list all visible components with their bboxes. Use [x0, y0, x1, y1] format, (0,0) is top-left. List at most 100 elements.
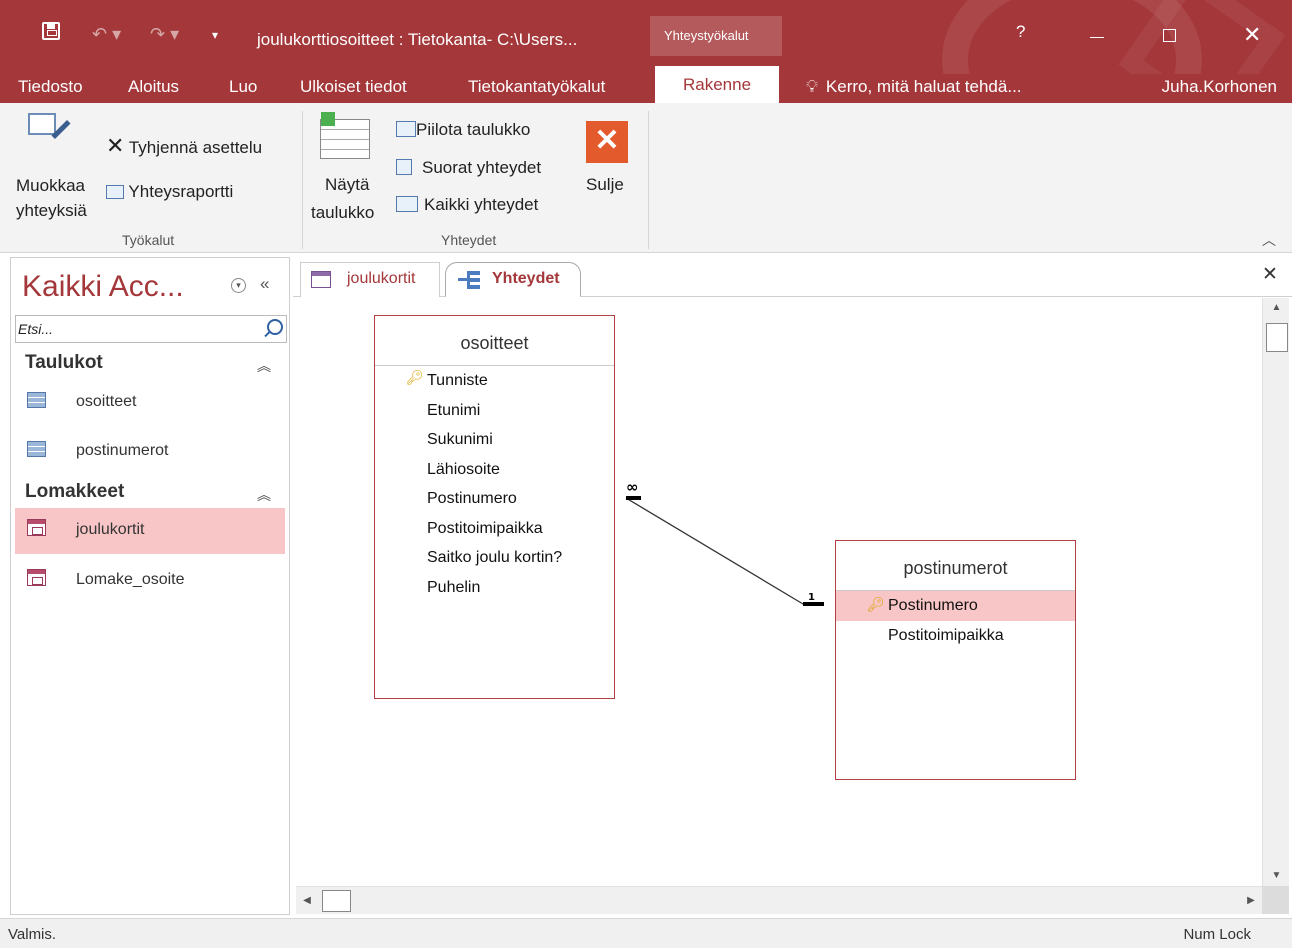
- close-window-button[interactable]: ✕: [1243, 22, 1261, 48]
- tab-tiedosto[interactable]: Tiedosto: [18, 74, 83, 103]
- nav-item-postinumerot[interactable]: postinumerot: [15, 429, 285, 475]
- customize-quick-access-icon[interactable]: ▾: [212, 28, 218, 42]
- field-etunimi[interactable]: Etunimi: [427, 402, 480, 420]
- undo-icon[interactable]: ↶ ▾: [92, 24, 121, 45]
- nav-item-label: postinumerot: [76, 442, 169, 459]
- ribbon-separator: [302, 111, 303, 249]
- primary-key-icon: 🔑︎: [867, 596, 885, 612]
- show-table-label-1[interactable]: Näytä: [325, 175, 369, 195]
- field-postitoimipaikka[interactable]: Postitoimipaikka: [888, 627, 1004, 645]
- nav-group-lomakkeet[interactable]: Lomakkeet: [25, 481, 124, 503]
- horizontal-scrollbar[interactable]: ◀ ▶: [296, 886, 1262, 914]
- relationship-report-button[interactable]: Yhteysraportti: [106, 182, 233, 202]
- table-window-postinumerot[interactable]: postinumerot 🔑︎ Postinumero Postitoimipa…: [835, 540, 1076, 780]
- direct-relationships-label: Suorat yhteydet: [422, 158, 542, 177]
- close-document-icon[interactable]: ✕: [1262, 263, 1278, 286]
- lightbulb-icon: 💡︎: [806, 77, 818, 96]
- save-icon[interactable]: [42, 22, 60, 40]
- user-account[interactable]: Juha.Korhonen: [1162, 74, 1277, 99]
- help-button[interactable]: ?: [1016, 22, 1025, 42]
- hide-table-label: Piilota taulukko: [416, 120, 531, 139]
- ribbon: Muokkaa yhteyksiä ✕ Tyhjennä asettelu Yh…: [0, 103, 1292, 253]
- tab-aloitus[interactable]: Aloitus: [128, 74, 179, 103]
- scroll-left-icon[interactable]: ◀: [296, 887, 318, 915]
- scroll-right-icon[interactable]: ▶: [1240, 887, 1262, 915]
- show-table-icon[interactable]: [320, 112, 370, 159]
- nav-item-osoitteet[interactable]: osoitteet: [15, 380, 285, 426]
- nav-menu-dropdown-icon[interactable]: ▾: [231, 278, 246, 293]
- primary-key-icon: 🔑︎: [406, 369, 424, 385]
- all-relationships-icon: [396, 196, 418, 212]
- num-lock-indicator: Num Lock: [1183, 926, 1251, 943]
- join-one-symbol: 1: [808, 592, 815, 603]
- search-icon[interactable]: [262, 318, 284, 340]
- vertical-scrollbar[interactable]: ▲ ▼: [1262, 298, 1289, 886]
- show-table-label-2[interactable]: taulukko: [311, 203, 374, 223]
- field-puhelin[interactable]: Puhelin: [427, 579, 480, 597]
- scroll-down-icon[interactable]: ▼: [1263, 866, 1290, 886]
- relationships-icon: [458, 271, 480, 289]
- field-tunniste[interactable]: Tunniste: [427, 372, 488, 390]
- tab-ulkoiset-tiedot[interactable]: Ulkoiset tiedot: [300, 74, 407, 103]
- nav-item-lomake-osoite[interactable]: Lomake_osoite: [15, 558, 285, 604]
- nav-item-label: Lomake_osoite: [76, 571, 185, 588]
- ribbon-tab-row: [0, 74, 1292, 103]
- nav-group-lomakkeet-chevron-icon[interactable]: ︽: [257, 485, 271, 505]
- ribbon-separator-2: [648, 111, 649, 249]
- clear-layout-button[interactable]: ✕ Tyhjennä asettelu: [106, 133, 262, 159]
- close-relationships-icon[interactable]: ✕: [586, 121, 628, 163]
- collapse-ribbon-icon[interactable]: ︿: [1262, 230, 1276, 250]
- field-lahiosoite[interactable]: Lähiosoite: [427, 461, 500, 479]
- clear-layout-label: Tyhjennä asettelu: [128, 138, 263, 157]
- tell-me-search[interactable]: 💡︎ Kerro, mitä haluat tehdä...: [806, 74, 1022, 99]
- scrollbar-corner: [1262, 886, 1289, 914]
- title-bar: ↶ ▾ ↷ ▾ ▾ joulukorttiosoitteet : Tietoka…: [0, 0, 1292, 74]
- tab-tietokantatyokalut[interactable]: Tietokantatyökalut: [468, 74, 605, 103]
- nav-pane-title[interactable]: Kaikki Acc...: [22, 270, 184, 304]
- edit-relationships-label-2[interactable]: yhteyksiä: [16, 201, 87, 221]
- field-saitko-joulu-kortin[interactable]: Saitko joulu kortin?: [427, 549, 562, 567]
- horizontal-scroll-thumb[interactable]: [322, 890, 351, 912]
- vertical-scroll-thumb[interactable]: [1266, 323, 1288, 352]
- maximize-button[interactable]: [1163, 29, 1176, 42]
- all-relationships-button[interactable]: Kaikki yhteydet: [396, 195, 538, 215]
- scroll-up-icon[interactable]: ▲: [1263, 298, 1290, 318]
- relationship-report-label: Yhteysraportti: [128, 182, 234, 201]
- table-icon: [27, 392, 46, 408]
- nav-item-joulukortit[interactable]: joulukortit: [15, 508, 285, 554]
- nav-search-input[interactable]: [16, 316, 246, 342]
- direct-relationships-icon: [396, 159, 412, 175]
- nav-item-label: osoitteet: [76, 393, 137, 410]
- table-window-divider: [375, 365, 614, 366]
- field-sukunimi[interactable]: Sukunimi: [427, 431, 493, 449]
- field-postinumero[interactable]: Postinumero: [427, 490, 517, 508]
- nav-group-taulukot-chevron-icon[interactable]: ︽: [257, 356, 271, 376]
- close-relationships-label[interactable]: Sulje: [586, 175, 624, 195]
- direct-relationships-button[interactable]: Suorat yhteydet: [396, 158, 541, 178]
- table-window-title: postinumerot: [903, 558, 1008, 578]
- nav-collapse-icon[interactable]: «: [260, 274, 269, 294]
- table-window-osoitteet[interactable]: osoitteet 🔑︎ Tunniste Etunimi Sukunimi L…: [374, 315, 615, 699]
- relationships-canvas[interactable]: ∞ 1 osoitteet 🔑︎ Tunniste Etunimi Sukuni…: [296, 298, 1262, 886]
- status-bar: Valmis. Num Lock: [0, 918, 1292, 948]
- navigation-pane: Kaikki Acc... ▾ « Taulukot ︽ osoitteet p…: [10, 257, 290, 915]
- minimize-button[interactable]: [1090, 37, 1104, 38]
- form-icon: [27, 569, 46, 586]
- edit-relationships-label-1[interactable]: Muokkaa: [16, 176, 85, 196]
- hide-table-button[interactable]: Piilota taulukko: [396, 120, 530, 140]
- redo-icon[interactable]: ↷ ▾: [150, 24, 179, 45]
- nav-group-taulukot[interactable]: Taulukot: [25, 352, 103, 374]
- tab-luo[interactable]: Luo: [229, 74, 257, 103]
- join-many-symbol: ∞: [626, 478, 639, 496]
- relationships-group-label: Yhteydet: [441, 232, 497, 248]
- tools-group-label: Työkalut: [122, 232, 175, 248]
- field-postinumero[interactable]: Postinumero: [888, 597, 978, 615]
- tab-rakenne[interactable]: Rakenne: [655, 66, 779, 104]
- doc-tab-joulukortit[interactable]: joulukortit: [300, 262, 440, 297]
- field-postitoimipaikka[interactable]: Postitoimipaikka: [427, 520, 543, 538]
- doc-tab-yhteydet[interactable]: Yhteydet: [445, 262, 581, 297]
- nav-search-box: [15, 315, 287, 343]
- edit-relationships-icon[interactable]: [28, 113, 56, 135]
- doc-tab-label: joulukortit: [347, 270, 416, 287]
- table-window-title: osoitteet: [460, 333, 529, 353]
